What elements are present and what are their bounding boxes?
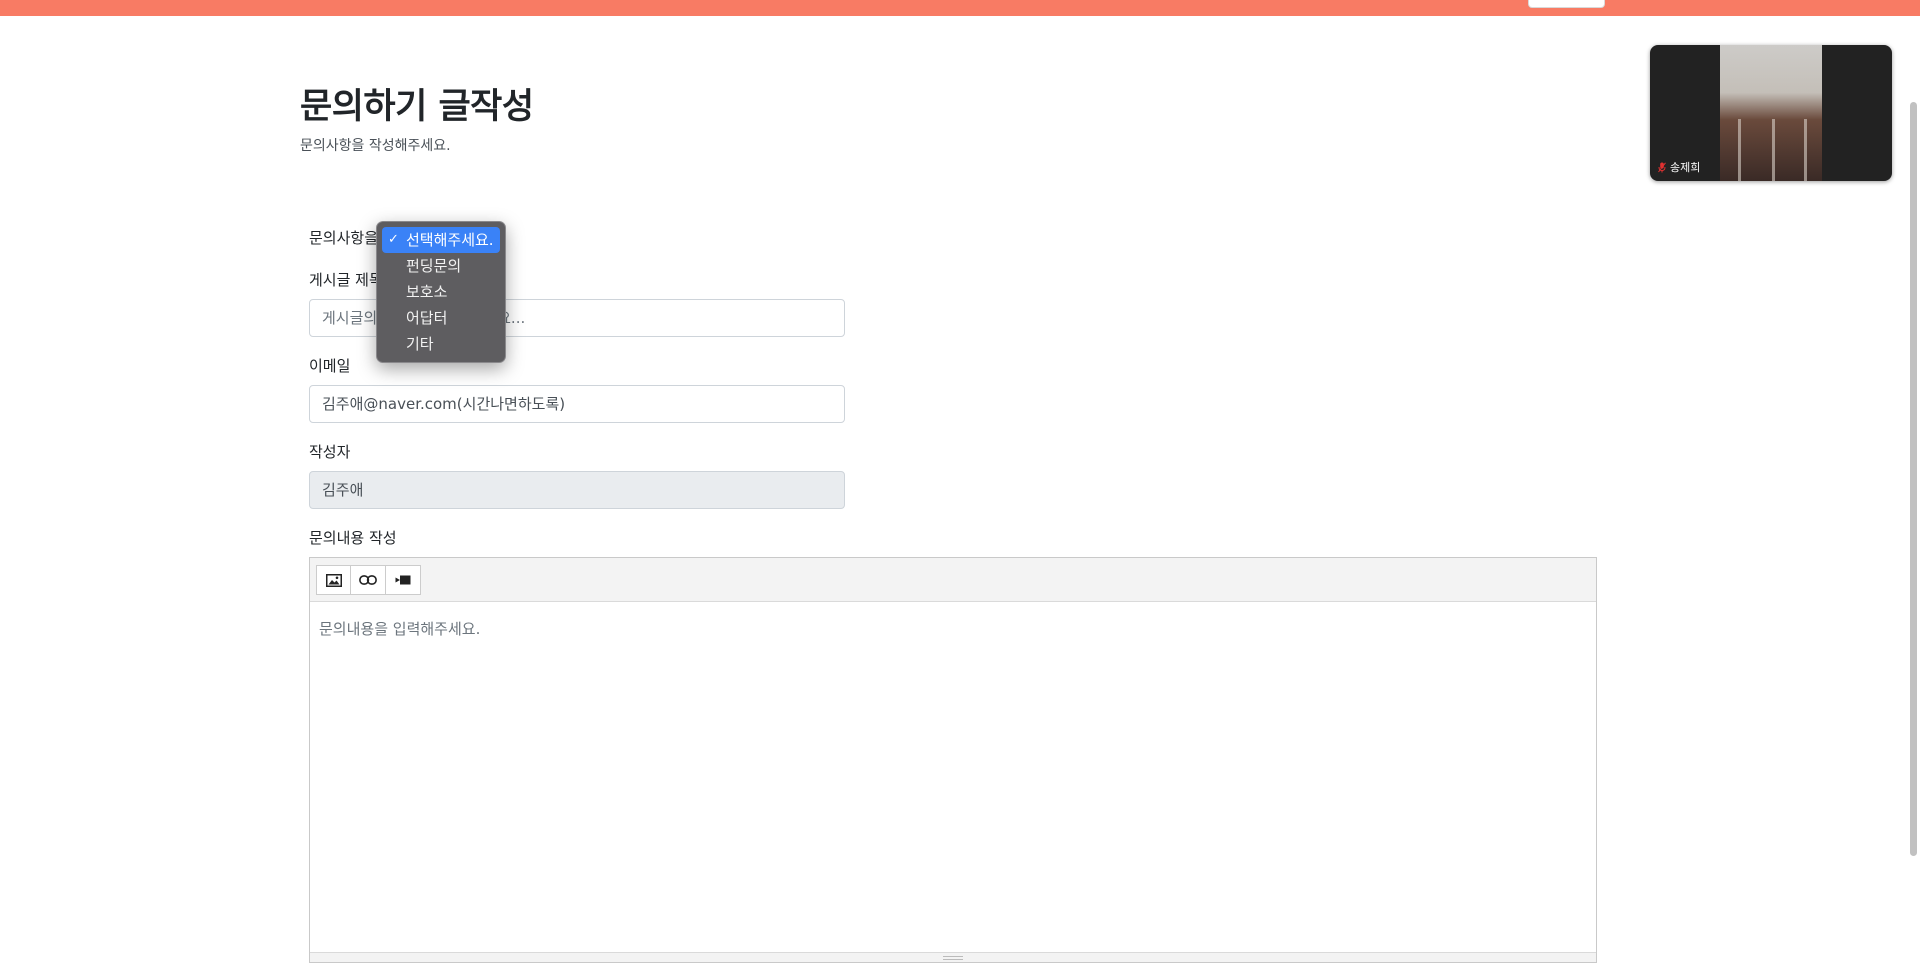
dropdown-option[interactable]: 펀딩문의 bbox=[382, 253, 500, 279]
dropdown-option-label: 선택해주세요. bbox=[406, 231, 494, 249]
participant-video bbox=[1720, 45, 1822, 181]
grip-icon bbox=[943, 955, 963, 960]
scrollbar[interactable] bbox=[1906, 16, 1920, 975]
author-input: 김주애 bbox=[309, 471, 845, 509]
page-subtitle: 문의사항을 작성해주세요. bbox=[300, 138, 451, 154]
dropdown-option-label: 기타 bbox=[406, 335, 434, 353]
insert-link-button[interactable] bbox=[351, 565, 386, 595]
dropdown-option-label: 펀딩문의 bbox=[406, 257, 462, 275]
image-icon bbox=[325, 573, 342, 587]
video-call-thumbnail[interactable]: 송제희 bbox=[1650, 45, 1892, 181]
scrollbar-thumb[interactable] bbox=[1910, 102, 1917, 856]
dropdown-option[interactable]: 어답터 bbox=[382, 305, 500, 331]
content-editor[interactable]: 문의내용을 입력해주세요. bbox=[309, 557, 1597, 963]
top-header-bar bbox=[0, 0, 1920, 16]
dropdown-option[interactable]: 기타 bbox=[382, 331, 500, 357]
video-icon bbox=[395, 575, 411, 585]
checkmark-icon: ✓ bbox=[388, 232, 399, 247]
participant-label: 송제희 bbox=[1658, 159, 1700, 175]
insert-video-button[interactable] bbox=[386, 565, 421, 595]
muted-mic-icon bbox=[1658, 161, 1666, 172]
dropdown-option-label: 어답터 bbox=[406, 309, 448, 327]
dropdown-option[interactable]: ✓ 선택해주세요. bbox=[382, 227, 500, 253]
header-button[interactable] bbox=[1528, 0, 1605, 8]
insert-image-button[interactable] bbox=[316, 565, 351, 595]
content-label: 문의내용 작성 bbox=[309, 529, 397, 547]
link-icon bbox=[359, 575, 377, 585]
email-input[interactable]: 김주애@naver.com(시간나면하도록) bbox=[309, 385, 845, 423]
participant-name: 송제희 bbox=[1670, 161, 1701, 174]
author-label: 작성자 bbox=[309, 443, 351, 461]
editor-toolbar bbox=[310, 558, 1596, 602]
editor-content-area[interactable]: 문의내용을 입력해주세요. bbox=[310, 602, 1596, 655]
category-dropdown-menu[interactable]: ✓ 선택해주세요. 펀딩문의보호소어답터기타 bbox=[376, 221, 506, 363]
editor-resize-handle[interactable] bbox=[310, 952, 1596, 962]
page-title: 문의하기 글작성 bbox=[300, 87, 534, 127]
email-label: 이메일 bbox=[309, 357, 351, 375]
dropdown-option[interactable]: 보호소 bbox=[382, 279, 500, 305]
title-label: 게시글 제목 bbox=[309, 271, 383, 289]
dropdown-option-label: 보호소 bbox=[406, 283, 448, 301]
